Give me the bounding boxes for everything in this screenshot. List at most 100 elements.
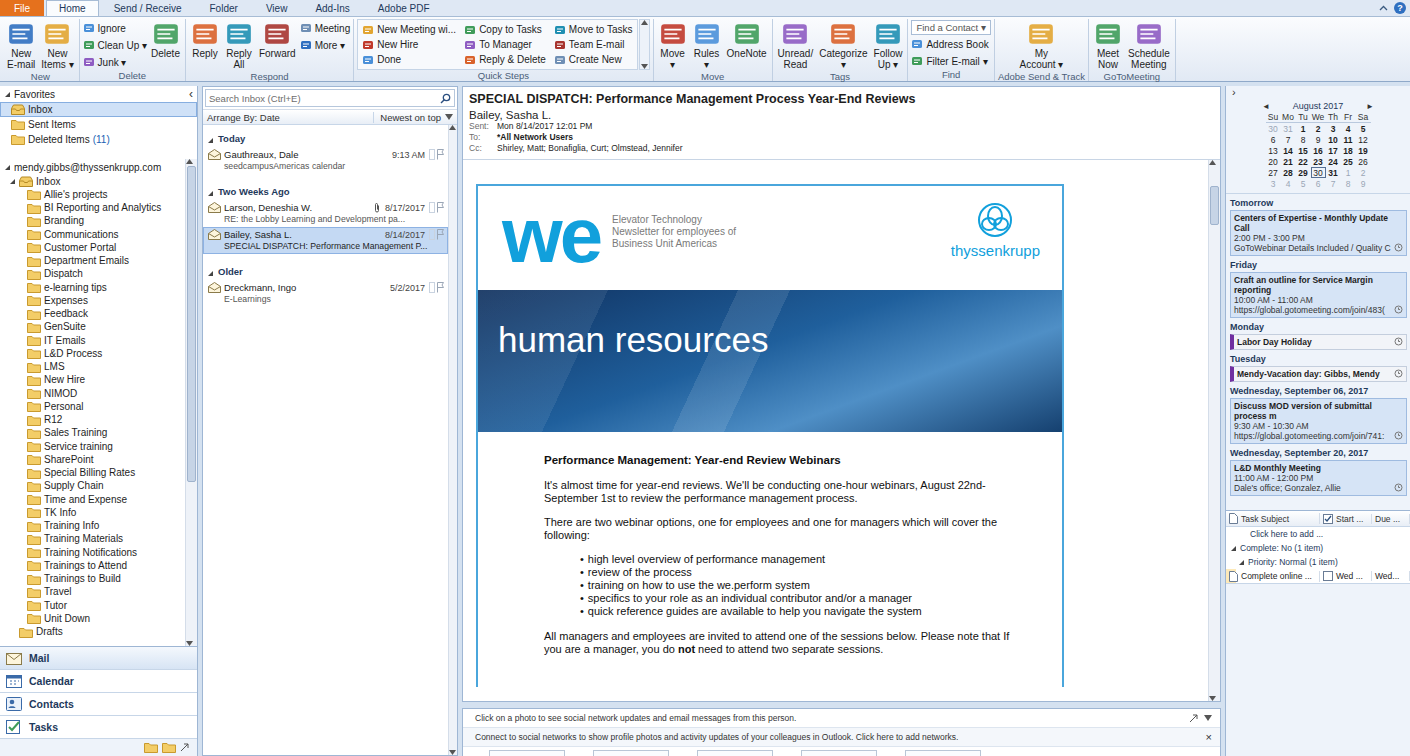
folder[interactable]: BI Reporting and Analytics: [0, 202, 185, 215]
favorite-folder[interactable]: Sent Items: [0, 117, 197, 132]
calendar-day[interactable]: 13: [1266, 145, 1281, 156]
folder[interactable]: Special Billing Rates: [0, 467, 185, 480]
column-header[interactable]: Task Subject: [1226, 513, 1320, 524]
calendar-day[interactable]: 29: [1296, 167, 1311, 178]
ribbon-button[interactable]: NewE-mail: [5, 19, 37, 71]
quick-step[interactable]: Copy to Tasks: [464, 22, 546, 37]
expanded-icon[interactable]: [1230, 545, 1237, 552]
calendar-day[interactable]: 14: [1281, 145, 1296, 156]
mail-item[interactable]: Gauthreaux, Dale9:13 AMseedcampusAmerica…: [203, 147, 448, 174]
calendar-day[interactable]: 1: [1341, 167, 1356, 178]
calendar-day[interactable]: 28: [1281, 167, 1296, 178]
calendar-day[interactable]: 19: [1356, 145, 1371, 156]
nav-button[interactable]: Tasks: [0, 716, 197, 739]
ribbon-small-button[interactable]: More ▾: [300, 37, 351, 53]
flag-icon[interactable]: [429, 149, 445, 160]
folder[interactable]: Supply Chain: [0, 480, 185, 493]
flag-icon[interactable]: [429, 229, 445, 240]
mail-group-header[interactable]: Older: [203, 262, 448, 280]
calendar-day[interactable]: 5: [1356, 123, 1371, 134]
folder[interactable]: LMS: [0, 361, 185, 374]
folder[interactable]: Training Notifications: [0, 546, 185, 559]
calendar-day[interactable]: 31: [1281, 123, 1296, 134]
ribbon-tab[interactable]: Send / Receive: [101, 0, 195, 16]
ribbon-small-button[interactable]: Ignore: [83, 20, 147, 36]
folder[interactable]: Service training: [0, 440, 185, 453]
appointment[interactable]: Craft an outline for Service Margin repo…: [1230, 272, 1407, 318]
ribbon-small-button[interactable]: Address Book: [911, 36, 990, 52]
folder[interactable]: Trainings to Build: [0, 573, 185, 586]
photo-placeholder[interactable]: [593, 750, 669, 756]
ribbon-button[interactable]: MeetNow: [1092, 19, 1124, 71]
ribbon-button[interactable]: Forward: [257, 19, 298, 60]
ribbon-button[interactable]: ScheduleMeeting: [1126, 19, 1172, 71]
mail-item[interactable]: Larson, Deneshia W.8/17/2017RE: the Lobb…: [203, 200, 448, 227]
folder[interactable]: Training Materials: [0, 533, 185, 546]
ribbon-button[interactable]: Reply: [189, 19, 221, 60]
calendar-day[interactable]: 9: [1311, 134, 1326, 145]
quick-step[interactable]: Reply & Delete: [464, 52, 546, 67]
account-header[interactable]: mendy.gibbs@thyssenkrupp.com: [0, 159, 185, 175]
photo-placeholder[interactable]: [489, 750, 565, 756]
scroll-up-icon[interactable]: [449, 125, 456, 130]
calendar-day[interactable]: 4: [1341, 123, 1356, 134]
ribbon-button[interactable]: Rules▾: [691, 19, 723, 71]
ribbon-button[interactable]: Move▾: [657, 19, 689, 71]
ribbon-button[interactable]: OneNote: [725, 19, 769, 60]
calendar-day[interactable]: 31: [1326, 167, 1341, 178]
photo-placeholder[interactable]: [905, 750, 981, 756]
folder[interactable]: TK Info: [0, 506, 185, 519]
column-header[interactable]: Start ...: [1320, 514, 1372, 524]
quick-step[interactable]: To Manager: [464, 37, 546, 52]
folder[interactable]: New Hire: [0, 374, 185, 387]
folder[interactable]: Personal: [0, 400, 185, 413]
calendar-day[interactable]: 8: [1341, 178, 1356, 189]
prev-month[interactable]: ◄: [1262, 102, 1270, 111]
ribbon-tab[interactable]: Adobe PDF: [365, 0, 443, 16]
folder[interactable]: Dispatch: [0, 268, 185, 281]
scroll-up-icon[interactable]: [641, 20, 648, 25]
column-header[interactable]: Due ...: [1372, 514, 1410, 524]
folder[interactable]: Allie's projects: [0, 188, 185, 201]
calendar-day[interactable]: 30: [1266, 123, 1281, 134]
photo-placeholder[interactable]: [801, 750, 877, 756]
message-sender[interactable]: Bailey, Sasha L.: [469, 109, 1214, 121]
next-month[interactable]: ►: [1366, 102, 1374, 111]
scroll-down-icon[interactable]: [641, 64, 648, 69]
task-group-header[interactable]: Complete: No (1 item): [1226, 541, 1410, 555]
checkbox-icon[interactable]: [1323, 571, 1333, 581]
ribbon-button[interactable]: Categorize▾: [817, 19, 869, 71]
folder[interactable]: IT Emails: [0, 334, 185, 347]
flag-icon[interactable]: [429, 282, 445, 293]
quick-step[interactable]: New Meeting wi...: [362, 22, 456, 37]
quick-step[interactable]: Done: [362, 52, 456, 67]
expanded-icon[interactable]: [4, 164, 11, 171]
favorite-folder[interactable]: Inbox: [0, 102, 197, 117]
ribbon-small-button[interactable]: Clean Up ▾: [83, 37, 147, 53]
calendar-day[interactable]: 26: [1356, 156, 1371, 167]
expanded-icon[interactable]: [207, 190, 214, 197]
folder[interactable]: Inbox: [0, 175, 185, 188]
folder[interactable]: Communications: [0, 228, 185, 241]
photo-placeholder[interactable]: [697, 750, 773, 756]
ribbon-button[interactable]: NewItems ▾: [39, 19, 75, 71]
folder[interactable]: Drafts: [0, 626, 185, 639]
appointment[interactable]: Discuss MOD version of submittal process…: [1230, 398, 1407, 444]
ribbon-small-button[interactable]: Junk ▾: [83, 54, 147, 70]
folder[interactable]: Trainings to Attend: [0, 559, 185, 572]
ribbon-button[interactable]: MyAccount ▾: [1017, 19, 1065, 71]
add-task-field[interactable]: Click here to add ...: [1226, 527, 1410, 541]
sort-order[interactable]: Newest on top: [373, 112, 453, 123]
list-scrollbar[interactable]: [448, 125, 457, 755]
expanded-icon[interactable]: [1238, 559, 1245, 566]
folder-scrollbar[interactable]: [185, 159, 197, 646]
calendar-day[interactable]: 16: [1311, 145, 1326, 156]
calendar-day[interactable]: 22: [1296, 156, 1311, 167]
folder[interactable]: Branding: [0, 215, 185, 228]
ribbon-tab[interactable]: Add-Ins: [302, 0, 362, 16]
calendar-day[interactable]: 1: [1296, 123, 1311, 134]
calendar-day[interactable]: 9: [1356, 178, 1371, 189]
mail-group-header[interactable]: Today: [203, 129, 448, 147]
checked-box-icon[interactable]: [1323, 514, 1333, 524]
mail-group-header[interactable]: Two Weeks Ago: [203, 182, 448, 200]
